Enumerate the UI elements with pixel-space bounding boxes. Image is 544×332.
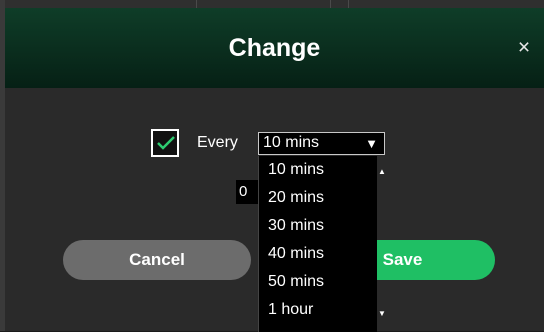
close-icon[interactable]: × [514,37,534,58]
change-dialog: Change × Every 10 mins ▼ 0 Cancel Save 1… [5,8,544,332]
spin-down-icon[interactable]: ▼ [377,310,387,318]
dialog-title: Change [228,34,321,62]
every-label: Every [197,134,238,151]
interval-select[interactable]: 10 mins ▼ [258,132,385,155]
dropdown-option[interactable]: 20 mins [259,184,377,212]
dropdown-arrow-icon: ▼ [365,136,378,151]
dropdown-option[interactable]: 10 mins [259,156,377,184]
spin-up-icon[interactable]: ▲ [377,168,387,176]
dropdown-option[interactable]: 50 mins [259,268,377,296]
cancel-button[interactable]: Cancel [63,240,251,280]
dropdown-option[interactable]: 1 hour [259,296,377,324]
offset-number-field[interactable]: 0 [236,180,259,204]
dropdown-option[interactable]: 30 mins [259,212,377,240]
app-window: Change × Every 10 mins ▼ 0 Cancel Save 1… [0,0,544,332]
background-toolbar-strip [0,0,544,8]
dialog-header: Change × [5,8,544,88]
dropdown-option[interactable]: 40 mins [259,240,377,268]
every-checkbox[interactable] [151,129,179,157]
interval-dropdown-list: 10 mins 20 mins 30 mins 40 mins 50 mins … [258,156,377,332]
interval-select-value: 10 mins [263,134,320,151]
checkmark-icon [157,136,175,150]
